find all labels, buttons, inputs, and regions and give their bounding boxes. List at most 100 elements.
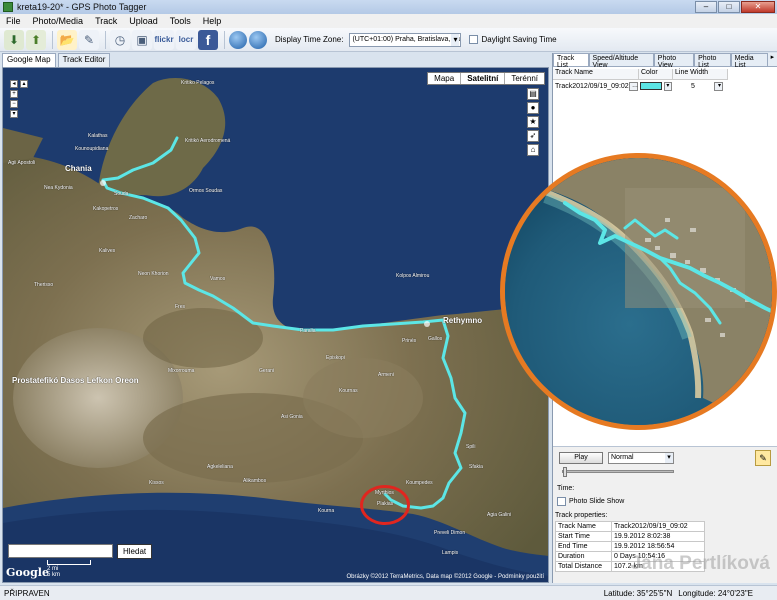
slideshow-checkbox[interactable]: [557, 497, 566, 506]
play-button[interactable]: Play: [559, 452, 603, 464]
ruler-icon[interactable]: ▤: [527, 88, 539, 100]
map-search-button[interactable]: Hledat: [117, 544, 153, 559]
map-label: Episkopi: [326, 355, 345, 361]
map-label: Agkeleliana: [207, 464, 233, 470]
pan-down-icon[interactable]: ▾: [10, 110, 18, 118]
google-earth-icon[interactable]: [229, 30, 247, 49]
locr-upload-icon[interactable]: locr: [176, 29, 196, 50]
zoom-out-icon[interactable]: −: [10, 100, 18, 108]
new-project-icon[interactable]: ⬇: [4, 29, 24, 50]
pegman-icon[interactable]: ●: [527, 102, 539, 114]
google-logo: Google: [6, 566, 49, 579]
home-icon[interactable]: ⌂: [527, 144, 539, 156]
arrow-icon[interactable]: ➶: [527, 130, 539, 142]
status-text: PŘIPRAVEN: [4, 588, 50, 598]
timezone-select[interactable]: (UTC+01:00) Praha, Bratislava, Budapešť: [349, 32, 462, 47]
tab-track-editor[interactable]: Track Editor: [57, 53, 111, 67]
pan-up-icon[interactable]: ▴: [20, 80, 28, 88]
add-track-icon[interactable]: ⬆: [26, 29, 46, 50]
prop-value: 19.9.2012 8:02:38: [611, 531, 705, 542]
pan-left-icon[interactable]: ◂: [10, 80, 18, 88]
flickr-upload-icon[interactable]: flickr: [154, 29, 174, 50]
map-label: Mixorrouma: [168, 368, 195, 374]
track-name-dropdown-icon[interactable]: …: [629, 81, 638, 91]
toolbar-separator: [224, 30, 225, 49]
speed-select[interactable]: Normal: [608, 452, 674, 464]
color-dropdown-icon[interactable]: ▾: [663, 81, 672, 91]
prop-value: Track2012/09/19_09:02: [611, 521, 705, 532]
track-properties-label: Track properties:: [555, 512, 608, 519]
zoom-detail-inset: [500, 153, 777, 430]
col-color[interactable]: Color: [639, 69, 673, 80]
tab-google-map[interactable]: Google Map: [2, 53, 56, 67]
map-label: Spili: [466, 444, 476, 450]
facebook-upload-icon[interactable]: f: [198, 29, 218, 50]
minimize-button[interactable]: –: [695, 1, 717, 13]
map-type-map[interactable]: Mapa: [428, 73, 460, 84]
google-map-view[interactable]: Mapa Satelitní Terénní ◂ ▴ + − ▾ ▤ ● ★ ➶…: [2, 67, 549, 583]
map-copyright[interactable]: Obrázky ©2012 TerraMetrics, Data map ©20…: [347, 574, 545, 580]
daylight-saving-checkbox[interactable]: [469, 35, 479, 44]
toolbar: ⬇ ⬆ 📂 ✎ ◷ ▣ flickr locr f Display Time Z…: [0, 28, 777, 52]
menu-file[interactable]: File: [6, 16, 21, 26]
clock-icon[interactable]: ◷: [110, 29, 130, 50]
map-label: Nea Kydonia: [44, 185, 73, 191]
line-width-dropdown-icon[interactable]: ▾: [714, 81, 723, 91]
track-name-cell: Track2012/09/19_09:02: [555, 82, 629, 90]
window-controls: – □ ✕: [695, 1, 775, 13]
tab-speed-altitude[interactable]: Speed/Altitude View: [588, 53, 654, 69]
map-label: Agii Apostoli: [8, 160, 36, 166]
color-swatch[interactable]: [640, 82, 662, 90]
menu-photo-media[interactable]: Photo/Media: [33, 16, 84, 26]
map-label: Kourna: [318, 508, 335, 514]
menu-tools[interactable]: Tools: [170, 16, 191, 26]
scale-bar: [47, 560, 91, 565]
right-panel: Track List Speed/Altitude View Photo Vie…: [500, 53, 777, 583]
map-type-terrain[interactable]: Terénní: [504, 73, 544, 84]
open-folder-icon[interactable]: 📂: [57, 29, 77, 50]
tab-photo-list[interactable]: Photo List: [694, 53, 731, 69]
col-track-name[interactable]: Track Name: [553, 69, 639, 80]
slider-thumb[interactable]: [563, 467, 567, 477]
table-row[interactable]: Track2012/09/19_09:02 … ▾ 5 ▾: [553, 80, 777, 92]
time-slider[interactable]: [562, 467, 674, 477]
close-button[interactable]: ✕: [741, 1, 775, 13]
map-label: Kalathas: [88, 133, 108, 139]
right-tabs: Track List Speed/Altitude View Photo Vie…: [553, 53, 777, 69]
map-label: Paralia: [300, 328, 316, 334]
map-label: Kalives: [99, 248, 116, 254]
zoom-in-icon[interactable]: +: [10, 90, 18, 98]
map-label: Asi Gonia: [281, 414, 303, 420]
window-title: kreta19-20* - GPS Photo Tagger: [17, 2, 147, 12]
edit-icon[interactable]: ✎: [79, 29, 99, 50]
map-label: Kounoupidiana: [75, 146, 109, 152]
maximize-button[interactable]: □: [718, 1, 740, 13]
app-icon: [3, 2, 13, 12]
tab-track-list[interactable]: Track List: [553, 53, 589, 69]
map-type-satellite[interactable]: Satelitní: [460, 73, 504, 84]
slideshow-toggle[interactable]: Photo Slide Show: [557, 497, 624, 506]
menu-track[interactable]: Track: [95, 16, 117, 26]
menu-help[interactable]: Help: [203, 16, 222, 26]
map-scale: 2 mi 5 km: [47, 560, 91, 578]
clipboard-icon[interactable]: ✎: [755, 450, 771, 466]
tab-media-list[interactable]: Media List: [730, 53, 768, 69]
star-icon[interactable]: ★: [527, 116, 539, 128]
menu-bar: File Photo/Media Track Upload Tools Help: [0, 14, 777, 28]
map-type-selector: Mapa Satelitní Terénní: [427, 72, 545, 85]
slideshow-label: Photo Slide Show: [569, 498, 625, 505]
save-disk-icon[interactable]: ▣: [132, 29, 152, 50]
tab-scroll-icon[interactable]: ▸: [768, 53, 777, 66]
menu-upload[interactable]: Upload: [129, 16, 158, 26]
daylight-saving-toggle[interactable]: Daylight Saving Time: [469, 35, 557, 44]
globe-settings-icon[interactable]: [249, 30, 267, 49]
track-color-cell[interactable]: ▾: [638, 81, 672, 91]
map-search-input[interactable]: [8, 544, 113, 558]
left-tabs: Google Map Track Editor: [2, 53, 111, 67]
line-width-cell[interactable]: 5: [672, 83, 712, 90]
map-label: Kissos: [149, 480, 164, 486]
tab-photo-view[interactable]: Photo View: [653, 53, 695, 69]
prop-key: End Time: [555, 541, 612, 552]
latitude-readout: Latitude: 35°25'5"N: [603, 588, 673, 598]
col-line-width[interactable]: Line Width: [673, 69, 728, 80]
